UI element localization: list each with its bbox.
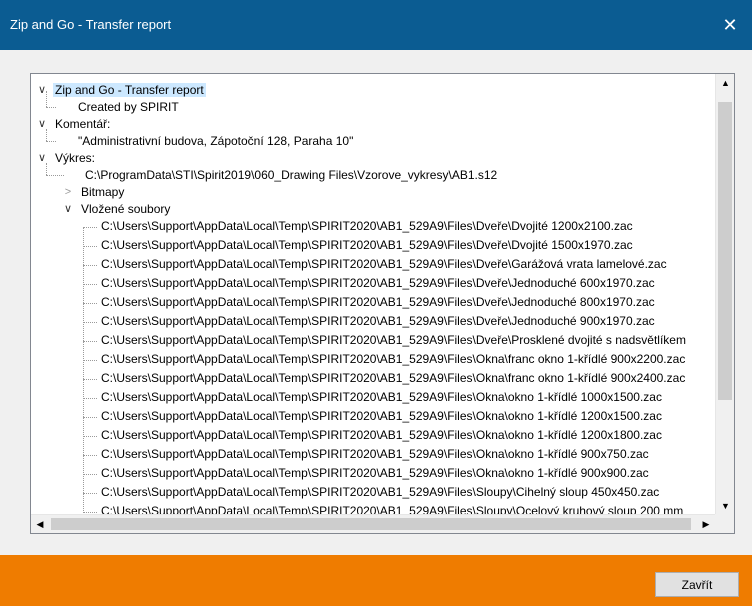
window-title: Zip and Go - Transfer report: [10, 17, 172, 32]
tree-node-file[interactable]: C:\Users\Support\AppData\Local\Temp\SPIR…: [99, 294, 657, 311]
tree-line: [83, 360, 97, 361]
footer-bar: Zavřít: [0, 555, 752, 606]
chevron-right-icon[interactable]: >: [63, 184, 73, 201]
tree-line: [83, 227, 84, 515]
tree-node-file[interactable]: C:\Users\Support\AppData\Local\Temp\SPIR…: [99, 408, 664, 425]
tree-line: [46, 175, 64, 176]
tree-node-root[interactable]: Zip and Go - Transfer report: [53, 82, 206, 99]
scroll-left-icon[interactable]: ◀: [31, 515, 49, 533]
tree-node-comment[interactable]: Komentář:: [53, 116, 112, 133]
close-icon[interactable]: ✕: [708, 0, 752, 50]
tree-node-comment-value[interactable]: "Administrativní budova, Zápotoční 128, …: [76, 133, 355, 150]
dialog-body: ∨ Zip and Go - Transfer report Created b…: [0, 50, 752, 555]
tree-line: [83, 417, 97, 418]
tree-node-file[interactable]: C:\Users\Support\AppData\Local\Temp\SPIR…: [99, 313, 657, 330]
tree-node-created-by[interactable]: Created by SPIRIT: [76, 99, 181, 116]
tree-node-file[interactable]: C:\Users\Support\AppData\Local\Temp\SPIR…: [99, 370, 687, 387]
tree-line: [83, 474, 97, 475]
tree-line: [46, 107, 56, 108]
tree-line: [83, 303, 97, 304]
chevron-down-icon[interactable]: ∨: [63, 201, 73, 218]
title-bar: Zip and Go - Transfer report ✕: [0, 0, 752, 50]
tree-node-drawing[interactable]: Výkres:: [53, 150, 97, 167]
tree-node-file[interactable]: C:\Users\Support\AppData\Local\Temp\SPIR…: [99, 256, 669, 273]
tree-line: [83, 455, 97, 456]
tree-node-file[interactable]: C:\Users\Support\AppData\Local\Temp\SPIR…: [99, 446, 651, 463]
horizontal-scrollbar[interactable]: ◀ ▶: [31, 514, 715, 533]
tree-node-file[interactable]: C:\Users\Support\AppData\Local\Temp\SPIR…: [99, 465, 651, 482]
tree-node-file[interactable]: C:\Users\Support\AppData\Local\Temp\SPIR…: [99, 332, 688, 349]
chevron-down-icon[interactable]: ∨: [37, 150, 47, 167]
tree-line: [83, 398, 97, 399]
scroll-up-icon[interactable]: ▲: [716, 74, 734, 92]
tree-node-file[interactable]: C:\Users\Support\AppData\Local\Temp\SPIR…: [99, 484, 661, 501]
report-tree-view[interactable]: ∨ Zip and Go - Transfer report Created b…: [30, 73, 735, 534]
scroll-down-icon[interactable]: ▼: [716, 497, 734, 515]
tree-line: [83, 512, 97, 513]
tree-line: [83, 436, 97, 437]
tree-line: [83, 341, 97, 342]
tree-node-file[interactable]: C:\Users\Support\AppData\Local\Temp\SPIR…: [99, 218, 635, 235]
tree-node-embedded-files[interactable]: Vložené soubory: [79, 201, 172, 218]
tree-node-drawing-path[interactable]: C:\ProgramData\STI\Spirit2019\060_Drawin…: [83, 167, 499, 184]
tree-node-file[interactable]: C:\Users\Support\AppData\Local\Temp\SPIR…: [99, 275, 657, 292]
vertical-scrollbar[interactable]: ▲ ▼: [715, 74, 734, 515]
chevron-down-icon[interactable]: ∨: [37, 82, 47, 99]
vertical-scroll-thumb[interactable]: [718, 102, 732, 400]
tree-line: [83, 227, 97, 228]
tree-node-bitmaps[interactable]: Bitmapy: [79, 184, 126, 201]
tree-line: [46, 141, 56, 142]
tree-line: [83, 246, 97, 247]
tree-line: [83, 322, 97, 323]
tree-node-file[interactable]: C:\Users\Support\AppData\Local\Temp\SPIR…: [99, 389, 664, 406]
tree-line: [83, 265, 97, 266]
tree-line: [83, 379, 97, 380]
tree-node-file[interactable]: C:\Users\Support\AppData\Local\Temp\SPIR…: [99, 237, 635, 254]
close-button[interactable]: Zavřít: [655, 572, 739, 597]
scrollbar-corner: [715, 514, 734, 533]
horizontal-scroll-thumb[interactable]: [51, 518, 691, 530]
tree-node-file[interactable]: C:\Users\Support\AppData\Local\Temp\SPIR…: [99, 427, 664, 444]
chevron-down-icon[interactable]: ∨: [37, 116, 47, 133]
scroll-right-icon[interactable]: ▶: [697, 515, 715, 533]
tree-line: [83, 493, 97, 494]
tree-node-file[interactable]: C:\Users\Support\AppData\Local\Temp\SPIR…: [99, 351, 687, 368]
tree-content: ∨ Zip and Go - Transfer report Created b…: [31, 74, 715, 515]
tree-line: [83, 284, 97, 285]
